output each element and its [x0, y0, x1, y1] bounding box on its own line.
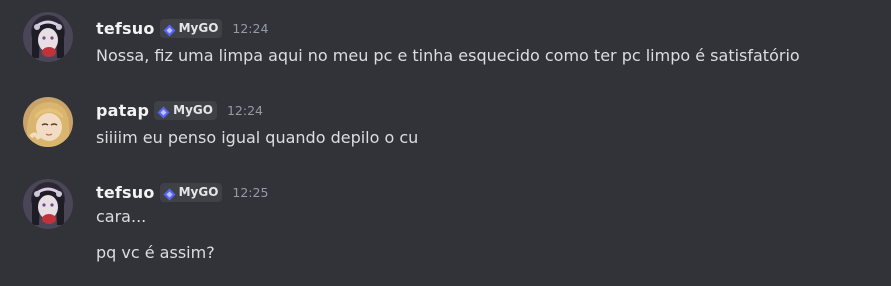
username[interactable]: patap	[96, 101, 149, 120]
clan-diamond-icon	[163, 186, 176, 200]
avatar[interactable]	[23, 12, 73, 62]
message-content: cara...	[96, 207, 147, 226]
message-content: pq vc é assim?	[96, 243, 215, 262]
username[interactable]: tefsuo	[96, 19, 155, 38]
avatar[interactable]	[23, 179, 73, 229]
timestamp[interactable]: 12:25	[232, 185, 268, 200]
message-header: tefsuo MyGO 12:25	[96, 181, 268, 203]
avatar[interactable]	[23, 97, 73, 147]
clan-tag-label: MyGO	[178, 21, 219, 35]
timestamp[interactable]: 12:24	[227, 103, 263, 118]
clan-tag[interactable]: MyGO	[159, 18, 223, 38]
message-header: patap MyGO 12:24	[96, 99, 263, 121]
clan-tag[interactable]: MyGO	[154, 100, 217, 120]
message-content: siiiim eu penso igual quando depilo o cu	[96, 128, 419, 147]
clan-tag-label: MyGO	[173, 103, 213, 117]
clan-tag[interactable]: MyGO	[159, 182, 223, 202]
timestamp[interactable]: 12:24	[232, 21, 268, 36]
clan-tag-label: MyGO	[178, 185, 219, 199]
chat-message-list: tefsuo MyGO 12:24 Nossa, fiz uma limpa a…	[0, 0, 891, 286]
username[interactable]: tefsuo	[96, 183, 155, 202]
clan-diamond-icon	[157, 104, 170, 118]
message-content: Nossa, fiz uma limpa aqui no meu pc e ti…	[96, 46, 800, 65]
clan-diamond-icon	[163, 22, 176, 36]
message-header: tefsuo MyGO 12:24	[96, 17, 268, 39]
